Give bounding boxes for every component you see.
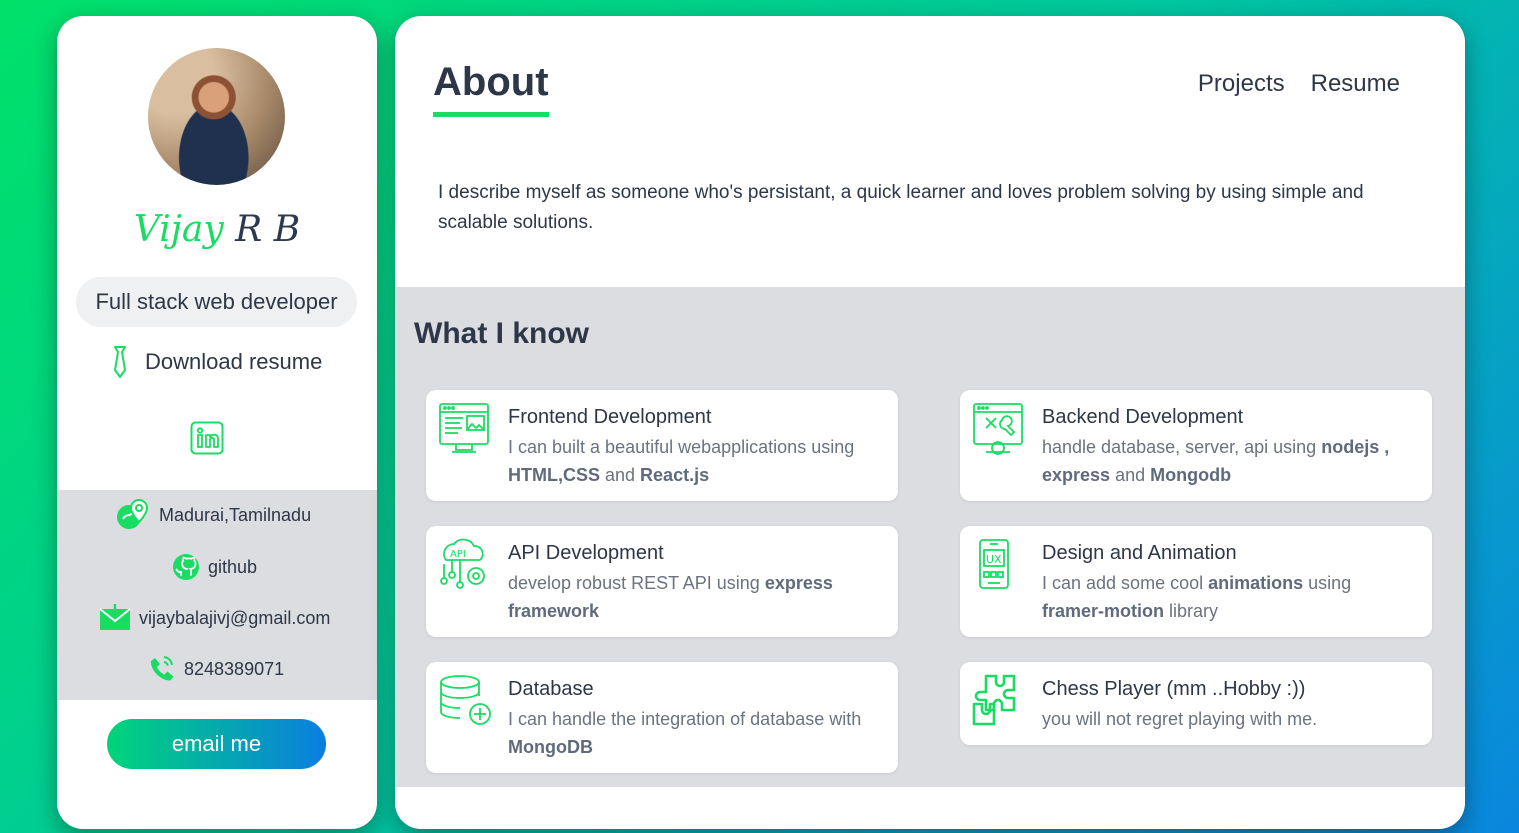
skill-title: Database bbox=[508, 678, 594, 700]
svg-text:UX: UX bbox=[986, 553, 1002, 566]
phone-icon bbox=[150, 656, 174, 681]
download-resume-link[interactable]: Download resume bbox=[109, 344, 322, 380]
location-icon bbox=[117, 499, 149, 529]
skill-card-frontend: Frontend Development I can built a beaut… bbox=[426, 390, 898, 501]
skill-card-api: API API Development develop robust REST … bbox=[426, 526, 898, 637]
download-resume-label: Download resume bbox=[145, 349, 323, 374]
linkedin-icon[interactable] bbox=[190, 421, 224, 455]
skill-card-design: UX Design and Animation I can add some c… bbox=[960, 526, 1432, 637]
skill-card-chess: Chess Player (mm ..Hobby :)) you will no… bbox=[960, 662, 1432, 745]
skill-desc: develop robust REST API using express fr… bbox=[508, 573, 833, 621]
skill-card-backend: Backend Development handle database, ser… bbox=[960, 390, 1432, 501]
svg-text:API: API bbox=[450, 549, 466, 560]
puzzle-icon bbox=[972, 674, 1016, 726]
profile-sidebar: Vijay R B Full stack web developer Downl… bbox=[57, 16, 377, 829]
skill-desc: handle database, server, api using nodej… bbox=[1042, 437, 1390, 485]
tie-icon bbox=[114, 346, 126, 378]
title-underline bbox=[433, 112, 549, 117]
name-last: R B bbox=[235, 209, 301, 250]
backend-icon bbox=[973, 403, 1023, 455]
skill-title: Design and Animation bbox=[1042, 542, 1237, 564]
location-text: Madurai,Tamilnadu bbox=[159, 504, 312, 525]
skill-desc: you will not regret playing with me. bbox=[1042, 709, 1318, 729]
nav-resume[interactable]: Resume bbox=[1311, 70, 1400, 98]
frontend-icon bbox=[439, 403, 489, 453]
skill-title: API Development bbox=[508, 542, 664, 564]
intro-text: I describe myself as someone who's persi… bbox=[438, 182, 1364, 233]
skill-title: Frontend Development bbox=[508, 406, 712, 428]
contact-phone[interactable]: 8248389071 bbox=[148, 654, 284, 684]
name-first: Vijay bbox=[133, 209, 224, 250]
role-badge: Full stack web developer bbox=[76, 277, 357, 327]
nav-projects[interactable]: Projects bbox=[1198, 70, 1285, 98]
page-title: About bbox=[433, 60, 549, 104]
skill-title: Chess Player (mm ..Hobby :)) bbox=[1042, 678, 1306, 700]
contact-panel: Madurai,Tamilnadu github vijaybalajivj@g… bbox=[57, 490, 377, 700]
skill-title: Backend Development bbox=[1042, 406, 1244, 428]
contact-github[interactable]: github bbox=[172, 553, 257, 581]
skill-desc: I can add some cool animations using fra… bbox=[1042, 573, 1352, 621]
email-text: vijaybalajivj@gmail.com bbox=[139, 607, 331, 628]
about-panel: About Projects Resume I describe myself … bbox=[395, 16, 1465, 829]
skill-card-database: Database I can handle the integration of… bbox=[426, 662, 898, 773]
contact-location: Madurai,Tamilnadu bbox=[115, 499, 311, 531]
database-icon bbox=[440, 675, 491, 725]
skills-title: What I know bbox=[414, 317, 589, 350]
mail-icon bbox=[99, 604, 131, 630]
github-text: github bbox=[208, 556, 258, 577]
skill-desc: I can built a beautiful webapplications … bbox=[508, 437, 855, 485]
contact-email[interactable]: vijaybalajivj@gmail.com bbox=[99, 604, 330, 632]
design-icon: UX bbox=[979, 539, 1009, 589]
skills-section: What I know Frontend Development I can b… bbox=[395, 287, 1465, 787]
phone-text: 8248389071 bbox=[184, 658, 285, 679]
github-icon bbox=[173, 554, 199, 580]
skill-desc: I can handle the integration of database… bbox=[508, 709, 862, 757]
top-nav: Projects Resume bbox=[1198, 70, 1400, 98]
avatar bbox=[148, 48, 285, 185]
api-icon: API bbox=[440, 538, 485, 589]
email-me-button[interactable]: email me bbox=[107, 719, 326, 769]
profile-name: Vijay R B bbox=[57, 209, 377, 250]
